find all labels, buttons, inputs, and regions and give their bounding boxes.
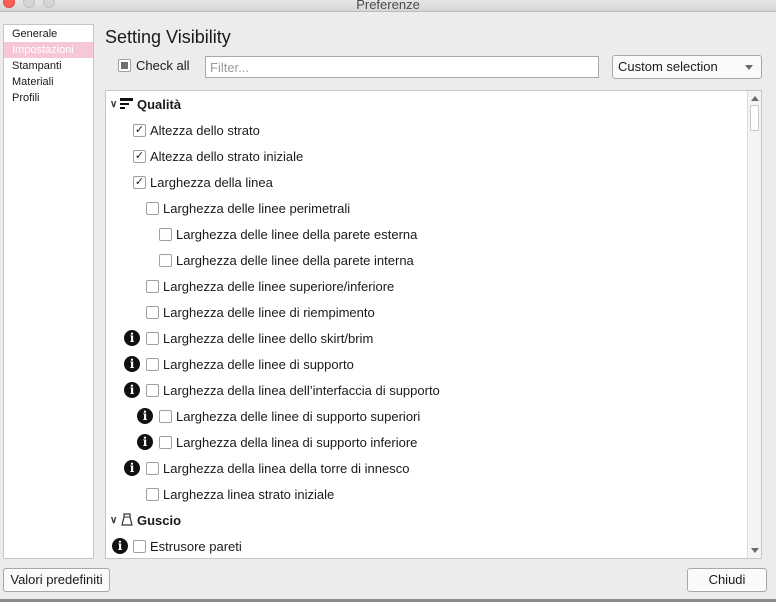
preset-dropdown-value: Custom selection: [618, 59, 718, 74]
setting-checkbox[interactable]: [159, 227, 172, 241]
setting-label: Larghezza delle linee perimetrali: [163, 200, 351, 216]
setting-checkbox[interactable]: [146, 461, 159, 475]
category-row-guscio[interactable]: ∨ Guscio: [106, 507, 746, 533]
chevron-down-icon: [745, 65, 753, 70]
setting-row[interactable]: i Larghezza della linea dell’interfaccia…: [106, 377, 746, 403]
setting-label: Larghezza delle linee dello skirt/brim: [163, 330, 374, 346]
info-icon[interactable]: i: [124, 330, 140, 346]
setting-label: Larghezza delle linee di supporto: [163, 356, 354, 372]
settings-list: ∨ Qualità ✓ Altezza dello strato ✓ Altez…: [105, 90, 762, 559]
info-icon[interactable]: i: [112, 538, 128, 554]
preset-dropdown[interactable]: Custom selection: [612, 55, 762, 79]
setting-label: Larghezza della linea della torre di inn…: [163, 460, 410, 476]
setting-checkbox[interactable]: [159, 409, 172, 423]
setting-label: Larghezza della linea: [150, 174, 273, 190]
setting-label: Larghezza delle linee della parete inter…: [176, 252, 414, 268]
info-icon[interactable]: i: [124, 356, 140, 372]
info-icon[interactable]: i: [124, 460, 140, 476]
setting-row[interactable]: ✓ Altezza dello strato iniziale: [106, 143, 746, 169]
chevron-down-icon[interactable]: ∨: [110, 515, 117, 526]
setting-row[interactable]: i Larghezza della linea della torre di i…: [106, 455, 746, 481]
setting-label: Larghezza linea strato iniziale: [163, 486, 335, 502]
scroll-down-icon[interactable]: [751, 548, 759, 553]
setting-row[interactable]: i Larghezza delle linee di supporto: [106, 351, 746, 377]
setting-row[interactable]: Larghezza delle linee della parete inter…: [106, 247, 746, 273]
setting-row[interactable]: ✓ Altezza dello strato: [106, 117, 746, 143]
setting-label: Larghezza delle linee di supporto superi…: [176, 408, 421, 424]
defaults-button[interactable]: Valori predefiniti: [3, 568, 110, 592]
setting-row[interactable]: Larghezza delle linee perimetrali: [106, 195, 746, 221]
check-all-checkbox[interactable]: [118, 59, 131, 72]
setting-row[interactable]: i Larghezza della linea di supporto infe…: [106, 429, 746, 455]
setting-checkbox[interactable]: [146, 331, 159, 345]
setting-checkbox[interactable]: [146, 201, 159, 215]
settings-scrollbar[interactable]: [747, 91, 761, 558]
category-row-qualita[interactable]: ∨ Qualità: [106, 91, 746, 117]
setting-row[interactable]: i Larghezza delle linee dello skirt/brim: [106, 325, 746, 351]
setting-row[interactable]: i Larghezza delle linee di supporto supe…: [106, 403, 746, 429]
setting-label: Estrusore pareti: [150, 538, 242, 554]
sidebar-item-materiali[interactable]: Materiali: [4, 74, 93, 90]
close-button[interactable]: Chiudi: [687, 568, 767, 592]
sidebar-item-impostazioni[interactable]: Impostazioni: [4, 42, 93, 58]
page-title: Setting Visibility: [105, 27, 231, 47]
setting-label: Altezza dello strato: [150, 122, 260, 138]
setting-checkbox[interactable]: [146, 357, 159, 371]
setting-row[interactable]: Larghezza delle linee di riempimento: [106, 299, 746, 325]
setting-row[interactable]: ✓ Larghezza della linea: [106, 169, 746, 195]
setting-checkbox[interactable]: [146, 383, 159, 397]
setting-checkbox[interactable]: [146, 487, 159, 501]
setting-checkbox[interactable]: [146, 279, 159, 293]
setting-checkbox[interactable]: ✓: [133, 175, 146, 189]
quality-icon: [120, 98, 133, 109]
setting-label: Larghezza delle linee di riempimento: [163, 304, 375, 320]
info-icon[interactable]: i: [137, 434, 153, 450]
sidebar-item-profili[interactable]: Profili: [4, 90, 93, 106]
setting-row[interactable]: i Estrusore pareti: [106, 533, 746, 558]
setting-label: Larghezza della linea di supporto inferi…: [176, 434, 418, 450]
setting-label: Larghezza delle linee superiore/inferior…: [163, 278, 395, 294]
shell-icon: [121, 513, 133, 526]
check-all-control[interactable]: Check all: [118, 58, 189, 73]
filter-input[interactable]: [205, 56, 599, 78]
scroll-thumb[interactable]: [750, 105, 759, 131]
title-bar: Preferenze: [0, 0, 776, 12]
setting-checkbox[interactable]: [133, 539, 146, 553]
category-label: Guscio: [137, 512, 182, 528]
category-label: Qualità: [137, 96, 182, 112]
setting-label: Larghezza delle linee della parete ester…: [176, 226, 418, 242]
setting-row[interactable]: Larghezza linea strato iniziale: [106, 481, 746, 507]
setting-checkbox[interactable]: [146, 305, 159, 319]
setting-checkbox[interactable]: [159, 253, 172, 267]
chevron-down-icon[interactable]: ∨: [110, 99, 117, 110]
sidebar-item-generale[interactable]: Generale: [4, 26, 93, 42]
check-all-label: Check all: [136, 58, 190, 73]
setting-row[interactable]: Larghezza delle linee della parete ester…: [106, 221, 746, 247]
sidebar-item-stampanti[interactable]: Stampanti: [4, 58, 93, 74]
info-icon[interactable]: i: [124, 382, 140, 398]
setting-checkbox[interactable]: ✓: [133, 149, 146, 163]
scroll-up-icon[interactable]: [751, 96, 759, 101]
setting-row[interactable]: Larghezza delle linee superiore/inferior…: [106, 273, 746, 299]
setting-label: Altezza dello strato iniziale: [150, 148, 304, 164]
setting-label: Larghezza della linea dell’interfaccia d…: [163, 382, 440, 398]
info-icon[interactable]: i: [137, 408, 153, 424]
setting-checkbox[interactable]: [159, 435, 172, 449]
window-title: Preferenze: [356, 0, 420, 12]
setting-checkbox[interactable]: ✓: [133, 123, 146, 137]
preferences-sidebar: Generale Impostazioni Stampanti Material…: [3, 24, 94, 559]
